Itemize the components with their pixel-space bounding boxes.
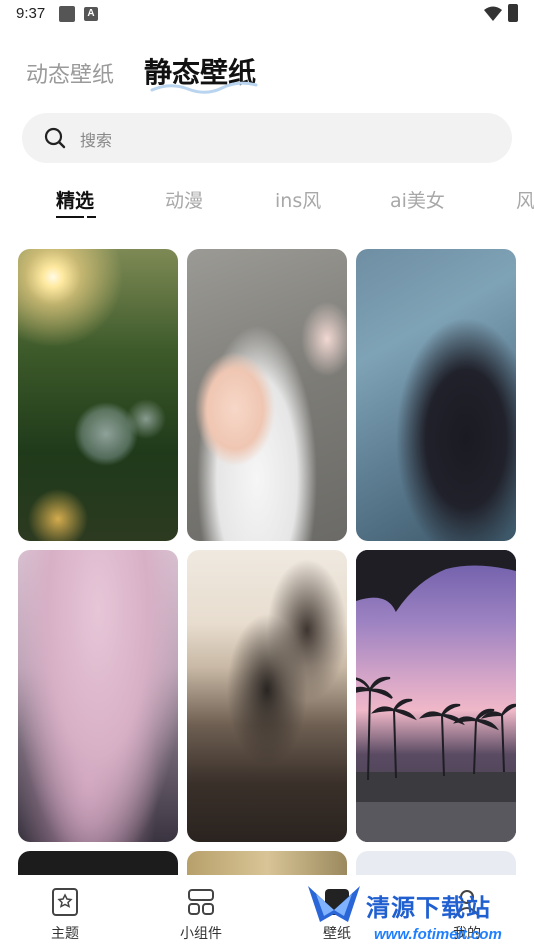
nav-theme-label: 主题 — [51, 926, 79, 942]
notification-icon — [59, 6, 75, 22]
watermark: 清源下载站 www.fotimeit.com — [304, 880, 504, 946]
wallpaper-card-cherry-blossom[interactable] — [18, 550, 178, 842]
a-notification-icon: A — [84, 7, 98, 21]
wallpaper-card-palm-trees-sunset[interactable] — [356, 550, 516, 842]
wallpaper-card-two-girls-selfie[interactable] — [187, 249, 347, 541]
wallpaper-card-beach-silhouettes[interactable] — [187, 550, 347, 842]
palm-trees-illustration — [356, 550, 516, 781]
wallpaper-card-aquarium-girl[interactable] — [356, 249, 516, 541]
nav-widget[interactable]: 小组件 — [156, 875, 246, 950]
watermark-logo-icon — [308, 886, 360, 922]
category-anime[interactable]: 动漫 — [165, 186, 203, 213]
wallpaper-card-partial-3[interactable] — [356, 851, 516, 875]
category-style-partial[interactable]: 风 — [516, 186, 534, 213]
widget-icon — [188, 889, 214, 915]
status-time: 9:37 — [16, 5, 46, 22]
category-ai-beauty[interactable]: ai美女 — [390, 186, 445, 213]
category-featured[interactable]: 精选 — [56, 186, 94, 213]
search-icon — [44, 127, 66, 149]
wallpaper-card-partial-1[interactable] — [18, 851, 178, 875]
battery-icon — [508, 4, 518, 22]
category-active-indicator — [56, 216, 96, 219]
category-ins-style[interactable]: ins风 — [275, 186, 321, 213]
watermark-text: 清源下载站 — [366, 894, 491, 922]
nav-theme[interactable]: 主题 — [20, 875, 110, 950]
watermark-url: www.fotimeit.com — [374, 926, 502, 943]
theme-icon — [52, 888, 78, 916]
search-placeholder: 搜索 — [80, 131, 113, 150]
status-bar: 9:37 A — [0, 0, 534, 30]
active-tab-swoosh — [150, 81, 258, 94]
wallpaper-card-partial-2[interactable] — [187, 851, 347, 875]
tab-dynamic-wallpaper[interactable]: 动态壁纸 — [26, 57, 114, 89]
nav-widget-label: 小组件 — [180, 926, 222, 942]
wifi-icon — [484, 6, 502, 21]
wallpaper-card-bokeh-bubbles[interactable] — [18, 249, 178, 541]
search-bar[interactable]: 搜索 — [22, 113, 512, 163]
